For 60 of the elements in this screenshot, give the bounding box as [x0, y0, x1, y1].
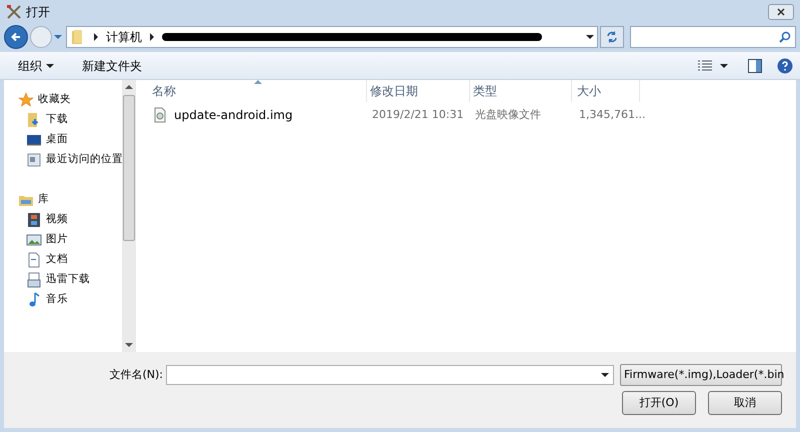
up-arrow-icon[interactable]	[125, 83, 133, 91]
recent-places-icon	[26, 152, 42, 168]
file-type: 光盘映像文件	[474, 106, 542, 123]
sidebar-item[interactable]: 图片	[4, 230, 122, 250]
scrollbar-thumb[interactable]	[123, 95, 135, 241]
sidebar-item[interactable]: 桌面	[4, 130, 122, 150]
chevron-right-icon	[92, 33, 100, 41]
caret-icon	[46, 62, 54, 70]
list-view-icon	[698, 60, 712, 72]
sidebar-item[interactable]: 文档	[4, 250, 122, 270]
cancel-button[interactable]: 取消	[708, 391, 782, 415]
filename-label: 文件名(N):	[108, 366, 164, 383]
scrollbar[interactable]	[122, 80, 136, 352]
column-header[interactable]: 修改日期	[367, 80, 470, 102]
search-icon	[779, 31, 792, 43]
toolbar-button[interactable]: 新建文件夹	[68, 54, 156, 76]
image-icon	[26, 232, 42, 248]
document-icon	[26, 252, 42, 268]
chevron-right-icon	[148, 33, 156, 41]
left-arrow-icon	[10, 31, 22, 43]
column-header[interactable]: 类型	[470, 80, 572, 102]
sidebar-item[interactable]: 视频	[4, 210, 122, 230]
sort-arrow-icon	[254, 80, 262, 84]
back-button[interactable]	[4, 25, 28, 49]
refresh-button[interactable]	[600, 26, 624, 48]
sidebar-item[interactable]: 最近访问的位置	[4, 150, 122, 170]
address-segment[interactable]: 计算机	[106, 28, 142, 46]
address-bar[interactable]: 计算机	[66, 26, 598, 48]
window-title: 打开	[26, 4, 50, 21]
file-name: update-android.img	[174, 107, 293, 124]
column-header[interactable]: 名称	[136, 80, 367, 102]
file-stack-icon	[26, 272, 42, 288]
close-button[interactable]	[768, 4, 794, 20]
help-icon	[777, 58, 793, 74]
tools-icon	[6, 4, 22, 20]
preview-pane-icon	[748, 58, 762, 72]
sidebar-item[interactable]: 音乐	[4, 290, 122, 310]
dropdown-arrow-icon[interactable]	[586, 33, 594, 41]
down-arrow-icon[interactable]	[125, 341, 133, 349]
monitor-icon	[26, 132, 42, 148]
refresh-icon	[606, 31, 618, 43]
film-icon	[26, 212, 42, 228]
disc-image-file-icon	[152, 107, 168, 123]
sidebar-item[interactable]: 收藏夹	[4, 90, 122, 110]
close-icon	[777, 8, 785, 16]
search-field[interactable]	[630, 26, 796, 48]
file-type-filter[interactable]: Firmware(*.img),Loader(*.bin	[620, 364, 782, 386]
star-icon	[18, 92, 34, 108]
sidebar-item[interactable]: 下载	[4, 110, 122, 130]
dropdown-arrow-icon	[601, 371, 609, 379]
organize-menu[interactable]: 组织	[4, 54, 68, 76]
open-button[interactable]: 打开(O)	[622, 391, 696, 415]
sidebar-item[interactable]: 迅雷下载	[4, 270, 122, 290]
column-header[interactable]: 大小	[572, 80, 640, 102]
file-row[interactable]: update-android.img 2019/2/21 10:31 光盘映像文件 1,345,761...	[136, 104, 796, 126]
sidebar-item[interactable]: 库	[4, 190, 122, 210]
file-date: 2019/2/21 10:31	[371, 106, 465, 123]
caret-icon	[720, 62, 728, 70]
filename-field[interactable]	[166, 365, 614, 385]
file-size: 1,345,761...	[578, 106, 646, 123]
